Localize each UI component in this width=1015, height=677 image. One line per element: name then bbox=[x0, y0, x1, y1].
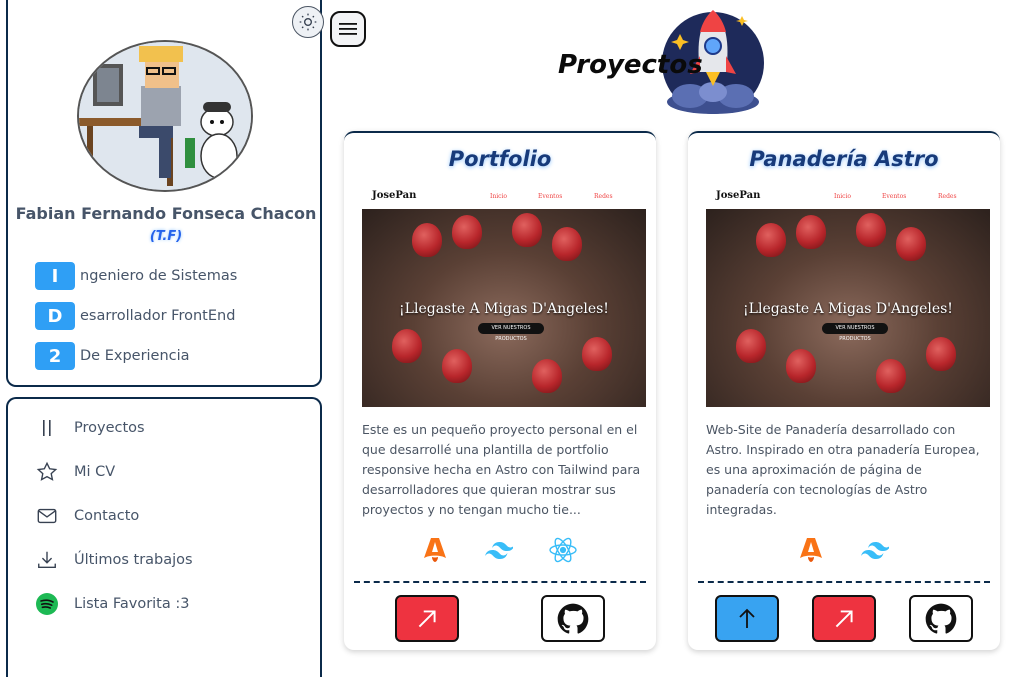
profile-panel: Fabian Fernando Fonseca Chacon (T.F) I n… bbox=[6, 0, 324, 387]
project-description: Web-Site de Panadería desarrollado con A… bbox=[706, 422, 980, 517]
github-icon bbox=[925, 603, 957, 634]
mail-icon bbox=[34, 503, 60, 529]
preview-navbar: JosePan Inicio Eventos Redes bbox=[706, 185, 990, 209]
spotify-icon bbox=[34, 591, 60, 617]
sidebar-item-ultimos-trabajos[interactable]: Últimos trabajos bbox=[8, 545, 324, 575]
preview-hero-text: ¡Llegaste A Migas D'Angeles! bbox=[399, 301, 609, 317]
role-text: De Experiencia bbox=[80, 348, 190, 364]
preview-hero: ¡Llegaste A Migas D'Angeles! VER NUESTRO… bbox=[362, 209, 646, 407]
project-description: Este es un pequeño proyecto personal en … bbox=[362, 422, 641, 517]
divider bbox=[698, 581, 990, 583]
preview-link: Redes bbox=[594, 193, 613, 200]
preview-logo: JosePan bbox=[716, 190, 761, 201]
pause-bars-icon bbox=[34, 415, 60, 441]
sidebar-item-label: Mi CV bbox=[74, 464, 116, 480]
preview-logo: JosePan bbox=[372, 190, 417, 201]
profile-name: Fabian Fernando Fonseca Chacon bbox=[15, 204, 317, 223]
project-screenshot[interactable]: JosePan Inicio Eventos Redes ¡Llegaste A… bbox=[706, 185, 990, 407]
open-demo-button[interactable] bbox=[812, 595, 876, 642]
project-screenshot[interactable]: JosePan Inicio Eventos Redes ¡Llegaste A… bbox=[362, 185, 646, 407]
sidebar-item-label: Proyectos bbox=[74, 420, 145, 436]
arrow-up-icon bbox=[739, 608, 755, 628]
role-item: D esarrollador FrontEnd bbox=[35, 302, 235, 330]
arrow-up-right-icon bbox=[835, 609, 853, 627]
arrow-up-right-icon bbox=[418, 609, 436, 627]
download-icon bbox=[34, 547, 60, 573]
project-card: Portfolio JosePan Inicio Eventos Redes ¡… bbox=[344, 131, 656, 650]
project-title: Panadería Astro bbox=[749, 147, 939, 171]
tailwind-icon bbox=[860, 535, 890, 565]
sidebar-item-lista-favorita[interactable]: Lista Favorita :3 bbox=[8, 589, 324, 619]
deploy-button[interactable] bbox=[715, 595, 779, 642]
role-text: esarrollador FrontEnd bbox=[80, 308, 236, 324]
preview-link: Redes bbox=[938, 193, 957, 200]
preview-link: Inicio bbox=[490, 193, 508, 200]
sidebar-item-label: Lista Favorita :3 bbox=[74, 596, 190, 612]
avatar bbox=[77, 40, 253, 192]
tailwind-icon bbox=[484, 535, 514, 565]
astro-icon bbox=[796, 535, 826, 565]
project-card: Panadería Astro JosePan Inicio Eventos R… bbox=[688, 131, 1000, 650]
preview-hero: ¡Llegaste A Migas D'Angeles! VER NUESTRO… bbox=[706, 209, 990, 407]
role-initial: I bbox=[35, 262, 75, 290]
sidebar-item-mi-cv[interactable]: Mi CV bbox=[8, 457, 324, 487]
page-title: Proyectos bbox=[558, 50, 703, 80]
sidebar-nav: Proyectos Mi CV Contacto Últimos trabajo… bbox=[6, 397, 322, 677]
open-demo-button[interactable] bbox=[395, 595, 459, 642]
hamburger-icon bbox=[339, 23, 357, 35]
github-icon bbox=[557, 603, 589, 634]
role-text: ngeniero de Sistemas bbox=[80, 268, 238, 284]
role-initial: 2 bbox=[35, 342, 75, 370]
menu-button[interactable] bbox=[330, 11, 366, 47]
role-item: I ngeniero de Sistemas bbox=[35, 262, 237, 290]
github-button[interactable] bbox=[541, 595, 605, 642]
preview-hero-button: VER NUESTROS PRODUCTOS bbox=[822, 323, 888, 342]
divider bbox=[354, 581, 646, 583]
react-icon bbox=[548, 535, 578, 565]
profile-nickname: (T.F) bbox=[149, 229, 183, 244]
preview-hero-button: VER NUESTROS PRODUCTOS bbox=[478, 323, 544, 342]
sidebar-item-proyectos[interactable]: Proyectos bbox=[8, 413, 324, 443]
preview-link: Inicio bbox=[834, 193, 852, 200]
preview-hero-text: ¡Llegaste A Migas D'Angeles! bbox=[743, 301, 953, 317]
theme-toggle-button[interactable] bbox=[292, 6, 324, 38]
github-button[interactable] bbox=[909, 595, 973, 642]
star-icon bbox=[34, 459, 60, 485]
sidebar-item-contacto[interactable]: Contacto bbox=[8, 501, 324, 531]
project-title: Portfolio bbox=[448, 147, 552, 171]
astro-icon bbox=[420, 535, 450, 565]
role-item: 2 De Experiencia bbox=[35, 342, 190, 370]
preview-link: Eventos bbox=[882, 193, 907, 200]
preview-navbar: JosePan Inicio Eventos Redes bbox=[362, 185, 646, 209]
role-initial: D bbox=[35, 302, 75, 330]
sun-icon bbox=[299, 13, 317, 31]
sidebar-item-label: Últimos trabajos bbox=[74, 552, 193, 568]
sidebar-item-label: Contacto bbox=[74, 508, 140, 524]
preview-link: Eventos bbox=[538, 193, 563, 200]
